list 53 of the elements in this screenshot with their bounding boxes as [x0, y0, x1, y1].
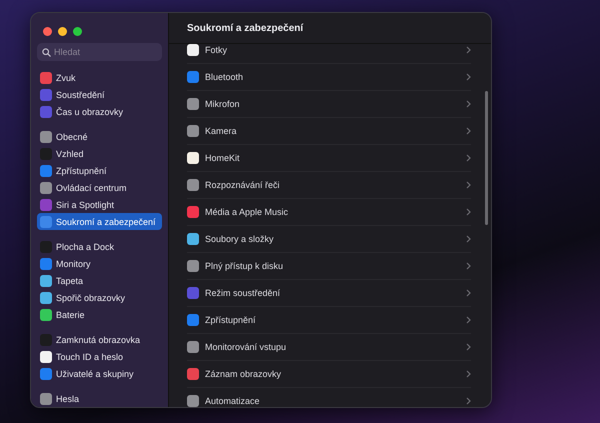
sidebar-item[interactable]: Zamknutá obrazovka [37, 331, 162, 348]
sidebar-item[interactable]: Zvuk [37, 69, 162, 86]
chevron-icon [466, 235, 471, 243]
sidebar-item[interactable]: Obecné [37, 128, 162, 145]
settings-row[interactable]: Zpřístupnění [187, 307, 471, 334]
sidebar-item[interactable]: Tapeta [37, 272, 162, 289]
settings-row[interactable]: Média a Apple Music [187, 199, 471, 226]
sidebar-item[interactable]: Hesla [37, 390, 162, 407]
chevron-icon [466, 343, 471, 351]
pane-title: Soukromí a zabezpečení [169, 13, 491, 44]
settings-row[interactable]: Soubory a složky [187, 226, 471, 253]
chevron-icon [466, 181, 471, 189]
scrollbar-thumb[interactable] [485, 91, 488, 225]
settings-row[interactable]: Mikrofon [187, 91, 471, 118]
sidebar-item[interactable]: Spořič obrazovky [37, 289, 162, 306]
settings-row[interactable]: Plný přístup k disku [187, 253, 471, 280]
search-icon [42, 48, 51, 57]
chevron-icon [466, 100, 471, 108]
chevron-icon [466, 208, 471, 216]
settings-row[interactable]: HomeKit [187, 145, 471, 172]
chevron-icon [466, 289, 471, 297]
sidebar-item[interactable]: Soustředění [37, 86, 162, 103]
minimize-button[interactable] [58, 27, 67, 36]
sidebar-item[interactable]: Touch ID a heslo [37, 348, 162, 365]
settings-row[interactable]: Bluetooth [187, 64, 471, 91]
settings-row[interactable]: Automatizace [187, 388, 471, 407]
sidebar-item[interactable]: Monitory [37, 255, 162, 272]
zoom-button[interactable] [73, 27, 82, 36]
chevron-icon [466, 46, 471, 54]
settings-row[interactable]: Režim soustředění [187, 280, 471, 307]
sidebar-item[interactable]: Vzhled [37, 145, 162, 162]
settings-row[interactable]: Rozpoznávání řeči [187, 172, 471, 199]
sidebar-item[interactable]: Ovládací centrum [37, 179, 162, 196]
sidebar-item[interactable]: Zpřístupnění [37, 162, 162, 179]
chevron-icon [466, 127, 471, 135]
search-field[interactable]: Hledat [37, 43, 162, 61]
settings-row[interactable]: Záznam obrazovky [187, 361, 471, 388]
close-button[interactable] [43, 27, 52, 36]
settings-row[interactable]: Monitorování vstupu [187, 334, 471, 361]
sidebar-item[interactable]: Baterie [37, 306, 162, 323]
chevron-icon [466, 370, 471, 378]
sidebar-item[interactable]: Plocha a Dock [37, 238, 162, 255]
sidebar-item[interactable]: Čas u obrazovky [37, 103, 162, 120]
settings-row[interactable]: Kamera [187, 118, 471, 145]
chevron-icon [466, 73, 471, 81]
sidebar-item[interactable]: Uživatelé a skupiny [37, 365, 162, 382]
settings-row[interactable]: Fotky [187, 44, 471, 64]
sidebar-item[interactable]: Siri a Spotlight [37, 196, 162, 213]
chevron-icon [466, 154, 471, 162]
chevron-icon [466, 397, 471, 405]
sidebar-item[interactable]: Soukromí a zabezpečení [37, 213, 162, 230]
chevron-icon [466, 262, 471, 270]
chevron-icon [466, 316, 471, 324]
